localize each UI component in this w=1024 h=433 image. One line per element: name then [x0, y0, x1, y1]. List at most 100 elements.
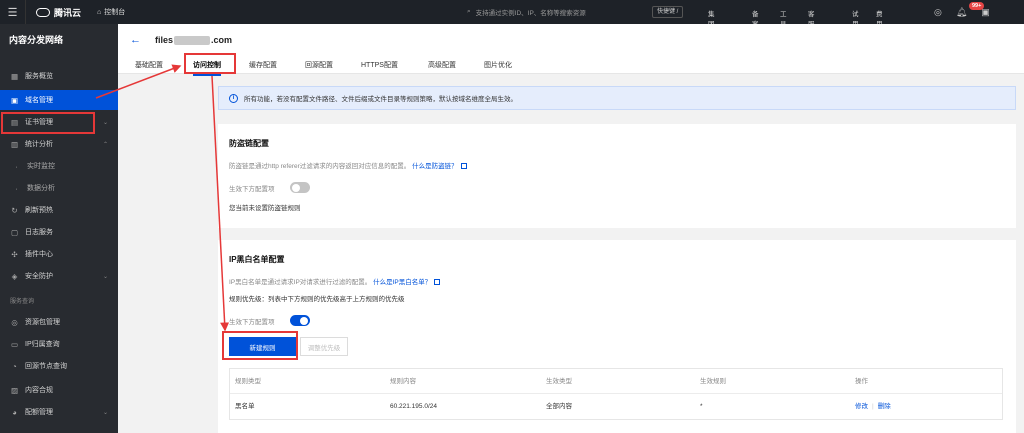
- sidebar-title: 内容分发网络: [9, 35, 64, 45]
- column-header-rule-content: 规则内容: [390, 378, 416, 385]
- masked-domain: [174, 35, 211, 45]
- tab-https-config[interactable]: HTTPS配置: [361, 60, 398, 70]
- chevron-down-icon: ⌄: [102, 409, 108, 416]
- toggle-knob: [292, 183, 300, 192]
- sidebar-item-security[interactable]: ◈ 安全防护 ⌄: [0, 266, 118, 286]
- shield-icon: ◈: [11, 271, 18, 281]
- sidebar-item-data-analysis[interactable]: · 数据分析: [0, 178, 118, 198]
- console-link[interactable]: ⌂ 控制台: [91, 7, 125, 17]
- sidebar-item-overview[interactable]: ▦ 服务概览: [0, 66, 118, 86]
- shortcut-key-hint[interactable]: 快捷键 /: [652, 6, 684, 18]
- highlight-box: [184, 53, 236, 74]
- effect-type-cell: 全部内容: [546, 403, 572, 410]
- refresh-icon: ↻: [11, 205, 18, 215]
- sidebar-item-label: 回源节点查询: [25, 363, 67, 370]
- delete-link[interactable]: 删除: [878, 403, 891, 410]
- sidebar-item-label: 资源包管理: [25, 319, 60, 326]
- sidebar-item-label: IP归属查询: [25, 341, 60, 348]
- chevron-down-icon: ⌄: [102, 119, 108, 126]
- tab-origin-config[interactable]: 回源配置: [305, 60, 333, 70]
- top-navigation-bar: ☰ 腾讯云 ⌂ 控制台 ⌕ 支持通过实例ID、IP、名称等搜索资源 快捷键 / …: [0, 0, 1024, 48]
- search-placeholder: 支持通过实例ID、IP、名称等搜索资源: [475, 9, 586, 17]
- sidebar-item-quota-management[interactable]: ◕ 配额管理 ⌄: [0, 402, 118, 422]
- sidebar-item-statistics[interactable]: ▥ 统计分析 ⌃: [0, 134, 118, 154]
- sidebar-group-label: 服务查询: [10, 299, 35, 305]
- info-icon: i: [229, 93, 238, 103]
- sidebar-item-ip-lookup[interactable]: ▭ IP归属查询: [0, 334, 118, 354]
- referer-toggle-label: 生效下方配置项: [229, 186, 275, 193]
- sidebar-item-content-compliance[interactable]: ▨ 内容合规: [0, 380, 118, 400]
- sidebar-item-realtime-monitor[interactable]: · 实时监控: [0, 156, 118, 176]
- column-header-effect-type: 生效类型: [546, 378, 572, 385]
- domain-suffix: .com: [211, 35, 233, 45]
- chevron-down-icon: ⌄: [102, 273, 108, 280]
- domain-prefix: files: [155, 35, 174, 45]
- sidebar-item-label: 服务概览: [25, 73, 53, 80]
- external-link-icon[interactable]: [460, 163, 467, 170]
- dot-icon: ·: [15, 183, 18, 193]
- search-node-icon: ◔: [12, 361, 17, 371]
- column-header-rule-type: 规则类型: [235, 378, 261, 385]
- rules-table: 规则类型 规则内容 生效类型 生效规则 操作 黑名单 60.221.195.0/…: [229, 368, 1003, 420]
- adjust-priority-button[interactable]: 调整优先级: [300, 337, 348, 356]
- external-link-icon[interactable]: [434, 279, 441, 286]
- separator: |: [872, 403, 874, 410]
- ip-filter-toggle-label: 生效下方配置项: [229, 319, 275, 326]
- effect-rule-cell: *: [700, 403, 703, 410]
- brand-name: 腾讯云: [54, 7, 82, 18]
- tab-image-optimization[interactable]: 图片优化: [484, 60, 512, 70]
- priority-note: 规则优先级：列表中下方规则的优先级高于上方规则的优先级: [229, 296, 405, 303]
- tab-advanced-config[interactable]: 高级配置: [428, 60, 456, 70]
- sidebar-item-label: 日志服务: [25, 229, 53, 236]
- ip-filter-title: IP黑白名单配置: [229, 255, 285, 264]
- edit-link[interactable]: 修改: [855, 403, 868, 410]
- package-icon: ◎: [11, 317, 18, 327]
- sidebar-item-origin-node-lookup[interactable]: ◔ 回源节点查询: [0, 356, 118, 376]
- notification-badge: 99+: [969, 2, 985, 10]
- sidebar-item-package-management[interactable]: ◎ 资源包管理: [0, 312, 118, 332]
- sidebar-item-label: 实时监控: [27, 163, 55, 170]
- chart-icon: ▥: [10, 139, 19, 149]
- plugin-icon: ✣: [11, 249, 18, 259]
- ip-filter-description: IP黑白名单是通过请求IP对请求进行过滤的配置。 什么是IP黑白名单？: [229, 276, 441, 286]
- sidebar-item-label: 统计分析: [25, 141, 53, 148]
- ip-filter-card: IP黑白名单配置 IP黑白名单是通过请求IP对请求进行过滤的配置。 什么是IP黑…: [218, 240, 1016, 433]
- referer-help-link[interactable]: 什么是防盗链？: [412, 163, 458, 170]
- back-arrow-icon[interactable]: ←: [130, 34, 141, 46]
- highlight-box: [222, 331, 298, 360]
- log-icon: ▢: [10, 227, 19, 237]
- sidebar-item-label: 配额管理: [25, 409, 53, 416]
- referer-toggle[interactable]: [290, 182, 310, 193]
- table-row: 黑名单 60.221.195.0/24 全部内容 * 修改 | 删除: [230, 394, 1002, 419]
- actions-cell: 修改 | 删除: [855, 394, 895, 419]
- ip-filter-help-link[interactable]: 什么是IP黑白名单？: [373, 279, 431, 286]
- domain-icon: ▣: [10, 95, 19, 105]
- rule-type-cell: 黑名单: [235, 403, 255, 410]
- sidebar-item-domain-management[interactable]: ▣ 域名管理: [0, 90, 118, 110]
- sidebar-item-label: 数据分析: [27, 185, 55, 192]
- compass-icon[interactable]: ◎: [934, 7, 942, 18]
- referer-desc-text: 防盗链是通过http referer过滤请求的内容返回对应信息的配置。: [229, 163, 411, 170]
- toggle-knob: [300, 316, 308, 325]
- tab-cache-config[interactable]: 缓存配置: [249, 60, 277, 70]
- tab-basic-config[interactable]: 基础配置: [135, 60, 163, 70]
- sidebar-item-label: 刷新预热: [25, 207, 53, 214]
- sidebar-item-label: 插件中心: [25, 251, 53, 258]
- search-icon: ⌕: [467, 7, 471, 15]
- referer-empty-text: 您当前未设置防盗链规则: [229, 205, 301, 212]
- column-header-effect-rule: 生效规则: [700, 378, 726, 385]
- rule-content-cell: 60.221.195.0/24: [390, 403, 437, 410]
- sidebar-item-refresh-prefetch[interactable]: ↻ 刷新预热: [0, 200, 118, 220]
- page-title: files .com: [155, 35, 232, 45]
- column-header-actions: 操作: [855, 378, 868, 385]
- hamburger-menu-icon[interactable]: ☰: [0, 0, 26, 24]
- sidebar-item-log-service[interactable]: ▢ 日志服务: [0, 222, 118, 242]
- quota-icon: ◕: [12, 407, 17, 417]
- chevron-up-icon: ⌃: [102, 141, 108, 148]
- ip-filter-toggle[interactable]: [290, 315, 310, 326]
- bell-icon[interactable]: 🔔︎: [956, 7, 967, 18]
- brand-logo[interactable]: 腾讯云: [26, 6, 91, 19]
- sidebar-item-plugin-center[interactable]: ✣ 插件中心: [0, 244, 118, 264]
- console-label: 控制台: [104, 9, 126, 16]
- referer-description: 防盗链是通过http referer过滤请求的内容返回对应信息的配置。 什么是防…: [229, 160, 467, 170]
